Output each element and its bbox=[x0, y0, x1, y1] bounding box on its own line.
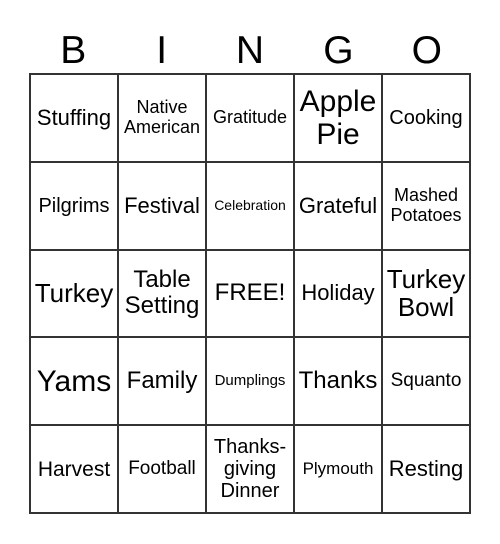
bingo-cell: Gratitude bbox=[206, 74, 294, 162]
bingo-cell: Turkey bbox=[30, 249, 118, 338]
bingo-header: B I N G O bbox=[29, 30, 471, 72]
bingo-cell: Apple Pie bbox=[294, 74, 382, 162]
bingo-cell: Table Setting bbox=[118, 249, 206, 338]
bingo-cell: Cooking bbox=[382, 74, 470, 162]
bingo-cell: Pilgrims bbox=[30, 161, 118, 250]
header-letter-o: O bbox=[411, 29, 442, 72]
header-letter-b: B bbox=[60, 29, 87, 72]
bingo-cell: Celebration bbox=[206, 161, 294, 250]
bingo-cell: Squanto bbox=[382, 337, 470, 426]
bingo-cell: Plymouth bbox=[294, 425, 382, 513]
bingo-cell: Festival bbox=[118, 161, 206, 250]
bingo-cell: Thanks bbox=[294, 337, 382, 426]
bingo-cell: Turkey Bowl bbox=[382, 249, 470, 338]
bingo-cell: Mashed Potatoes bbox=[382, 161, 470, 250]
header-letter-g: G bbox=[323, 29, 354, 72]
bingo-cell: Native American bbox=[118, 74, 206, 162]
header-letter-i: I bbox=[156, 29, 168, 72]
bingo-cell: Holiday bbox=[294, 249, 382, 338]
free-space-cell: FREE! bbox=[206, 249, 294, 338]
bingo-cell: Football bbox=[118, 425, 206, 513]
bingo-cell: Stuffing bbox=[30, 74, 118, 162]
bingo-cell: Family bbox=[118, 337, 206, 426]
bingo-cell: Yams bbox=[30, 337, 118, 426]
bingo-cell: Grateful bbox=[294, 161, 382, 250]
bingo-cell: Harvest bbox=[30, 425, 118, 513]
header-letter-n: N bbox=[235, 29, 265, 72]
bingo-cell: Thanks- giving Dinner bbox=[206, 425, 294, 513]
bingo-cell: Resting bbox=[382, 425, 470, 513]
bingo-grid: Stuffing Native American Gratitude Apple Pi… bbox=[29, 73, 471, 514]
bingo-cell: Dumplings bbox=[206, 337, 294, 426]
